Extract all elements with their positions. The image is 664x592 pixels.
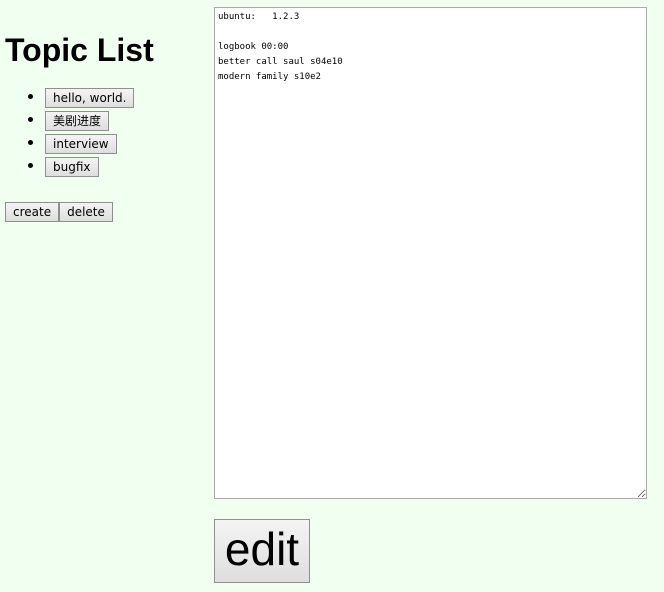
list-item: 美剧进度 xyxy=(45,108,205,131)
create-button[interactable]: create xyxy=(5,202,60,222)
topic-button-interview[interactable]: interview xyxy=(45,133,117,154)
topic-content-editor[interactable]: ubuntu: 1.2.3 logbook 00:00 better call … xyxy=(214,7,647,499)
topic-sidebar: Topic List hello, world. 美剧进度 interview … xyxy=(5,30,205,177)
edit-button[interactable]: edit xyxy=(214,519,310,583)
topic-actions: create delete xyxy=(5,202,113,222)
delete-button[interactable]: delete xyxy=(59,202,113,222)
list-item: interview xyxy=(45,131,205,154)
topic-list: hello, world. 美剧进度 interview bugfix xyxy=(5,85,205,177)
topic-button-bugfix[interactable]: bugfix xyxy=(45,156,99,177)
topic-button-tv-progress[interactable]: 美剧进度 xyxy=(45,110,110,131)
list-item: bugfix xyxy=(45,154,205,177)
page-title: Topic List xyxy=(5,32,154,68)
topic-button-hello-world[interactable]: hello, world. xyxy=(45,87,135,108)
list-item: hello, world. xyxy=(45,85,205,108)
